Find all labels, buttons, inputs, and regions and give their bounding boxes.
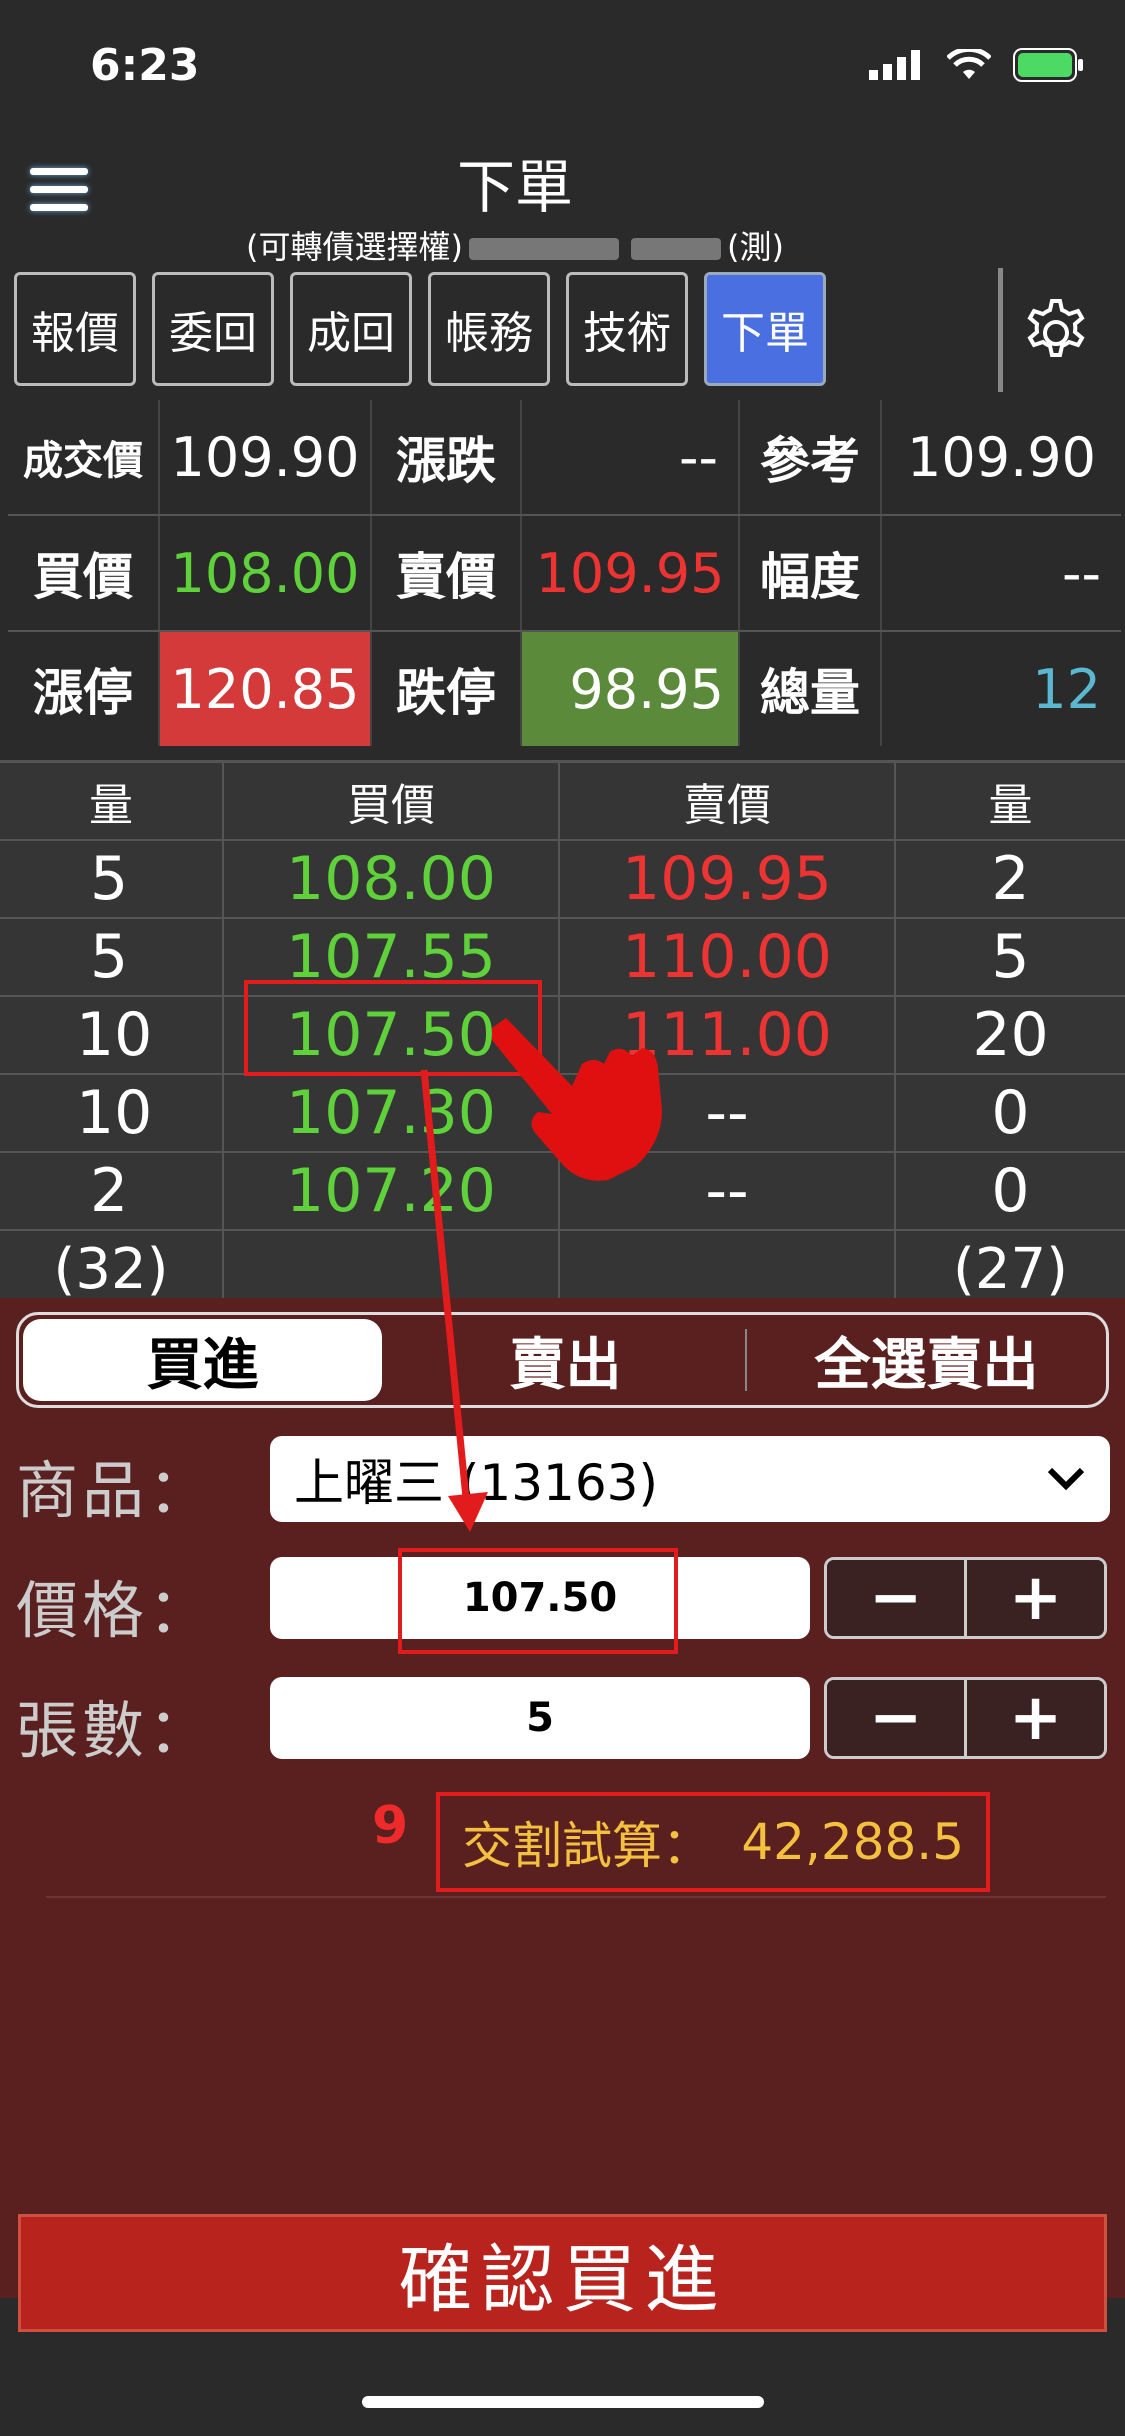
home-indicator bbox=[362, 2396, 764, 2408]
pointing-hand-icon bbox=[492, 1018, 662, 1181]
tutorial-arrow-overlay bbox=[420, 1069, 488, 1532]
